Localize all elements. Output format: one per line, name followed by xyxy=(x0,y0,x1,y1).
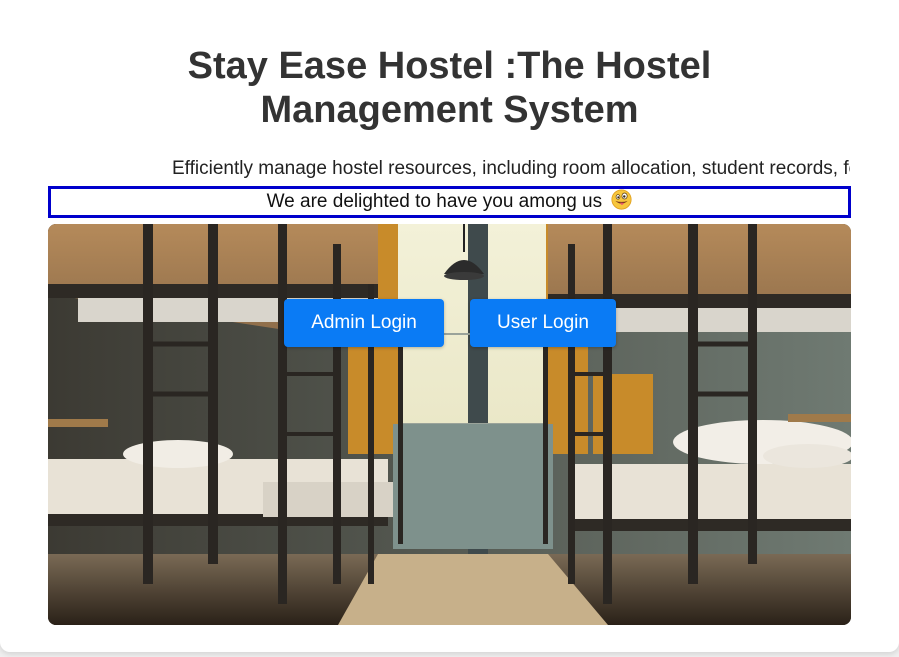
main-card: Stay Ease Hostel :The Hostel Management … xyxy=(0,0,899,652)
user-login-button[interactable]: User Login xyxy=(470,299,616,347)
admin-login-button[interactable]: Admin Login xyxy=(284,299,444,347)
tagline-container: Efficiently manage hostel resources, inc… xyxy=(172,156,850,182)
page-title: Stay Ease Hostel :The Hostel Management … xyxy=(187,45,712,131)
tagline: Efficiently manage hostel resources, inc… xyxy=(172,158,850,179)
hero-image-dormitory xyxy=(48,224,851,625)
welcome-banner: We are delighted to have you among us xyxy=(48,186,851,218)
welcome-text: We are delighted to have you among us xyxy=(266,191,603,212)
grinning-tongue-emoji-icon xyxy=(611,189,632,210)
dormitory-photo xyxy=(48,224,851,625)
